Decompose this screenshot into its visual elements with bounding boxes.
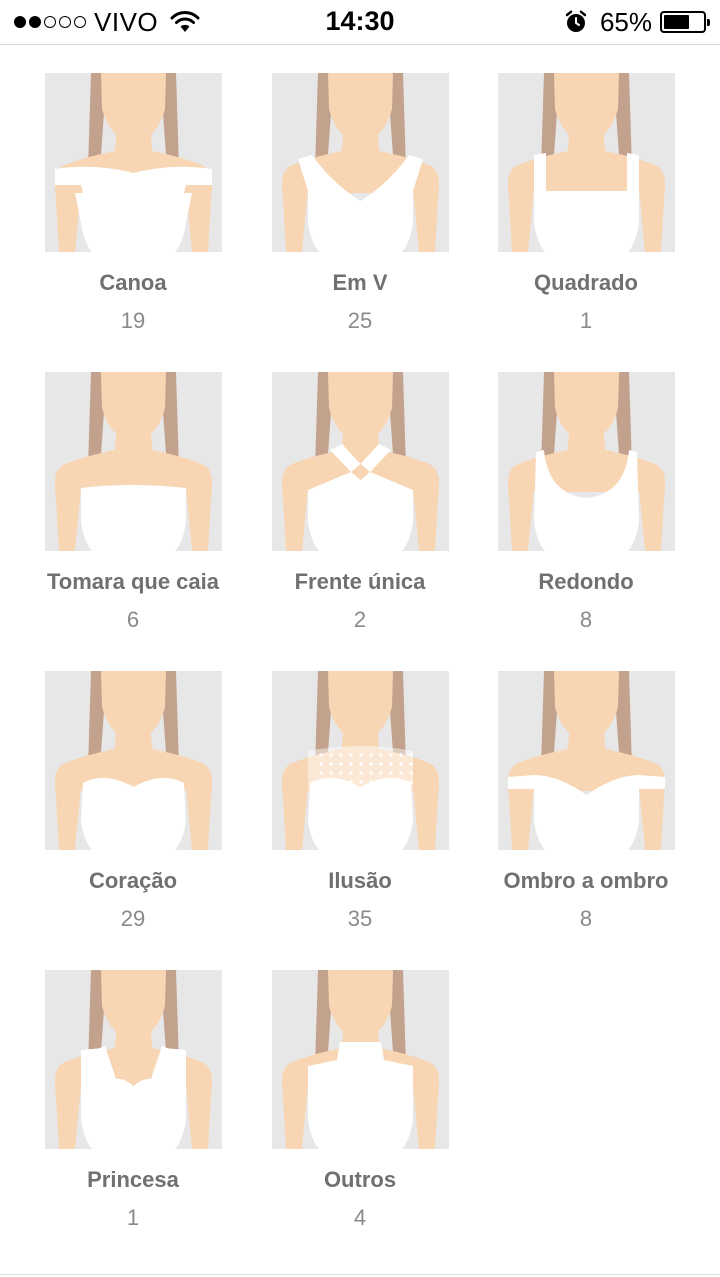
neckline-illustration [473, 372, 699, 551]
neckline-label: Ombro a ombro [503, 868, 669, 893]
neckline-card-princesa[interactable]: Princesa 1 [20, 970, 246, 1233]
neckline-count: 35 [347, 906, 373, 931]
neckline-card-frente-unica[interactable]: Frente única 2 [247, 372, 473, 635]
battery-level-fill [664, 15, 689, 29]
neckline-count: 1 [579, 308, 593, 333]
neckline-count: 29 [120, 906, 146, 931]
neckline-card-quadrado[interactable]: Quadrado 1 [473, 73, 699, 336]
neckline-count: 19 [120, 308, 146, 333]
neckline-label: Coração [88, 868, 178, 893]
neckline-illustration [247, 970, 473, 1149]
neckline-card-ilusao[interactable]: Ilusão 35 [247, 671, 473, 934]
neckline-illustration [473, 73, 699, 252]
neckline-label: Em V [332, 270, 388, 295]
neckline-count: 2 [353, 607, 367, 632]
alarm-icon [565, 10, 587, 32]
neckline-label: Outros [323, 1167, 397, 1192]
status-bar: VIVO 14:30 65% [0, 0, 720, 45]
neckline-illustration [20, 372, 246, 551]
neckline-label: Princesa [87, 1167, 179, 1192]
neckline-card-canoa[interactable]: Canoa 19 [20, 73, 246, 336]
battery-cap [707, 19, 710, 26]
neckline-label: Canoa [99, 270, 167, 295]
battery-icon [660, 11, 710, 33]
neckline-label: Frente única [294, 569, 426, 594]
status-right: 65% [564, 6, 710, 37]
neckline-card-coracao[interactable]: Coração 29 [20, 671, 246, 934]
neckline-illustration [20, 970, 246, 1149]
neckline-illustration [247, 372, 473, 551]
neckline-count: 8 [579, 906, 593, 931]
neckline-label: Tomara que caia [47, 569, 219, 594]
neckline-count: 25 [347, 308, 373, 333]
neckline-illustration [473, 671, 699, 850]
neckline-card-em-v[interactable]: Em V 25 [247, 73, 473, 336]
bottom-divider [0, 1274, 720, 1275]
neckline-card-outros[interactable]: Outros 4 [247, 970, 473, 1233]
neckline-illustration [20, 73, 246, 252]
neckline-card-ombro-a-ombro[interactable]: Ombro a ombro 8 [473, 671, 699, 934]
neckline-label: Quadrado [534, 270, 638, 295]
neckline-card-tomara-que-caia[interactable]: Tomara que caia 6 [20, 372, 246, 635]
neckline-label: Ilusão [328, 868, 392, 893]
neckline-count: 6 [126, 607, 140, 632]
neckline-illustration [247, 73, 473, 252]
neckline-count: 8 [579, 607, 593, 632]
neckline-illustration [247, 671, 473, 850]
neckline-card-redondo[interactable]: Redondo 8 [473, 372, 699, 635]
neckline-label: Redondo [538, 569, 634, 594]
neckline-count: 4 [353, 1205, 367, 1230]
neckline-illustration [20, 671, 246, 850]
neckline-count: 1 [126, 1205, 140, 1230]
battery-percentage: 65% [599, 6, 652, 37]
